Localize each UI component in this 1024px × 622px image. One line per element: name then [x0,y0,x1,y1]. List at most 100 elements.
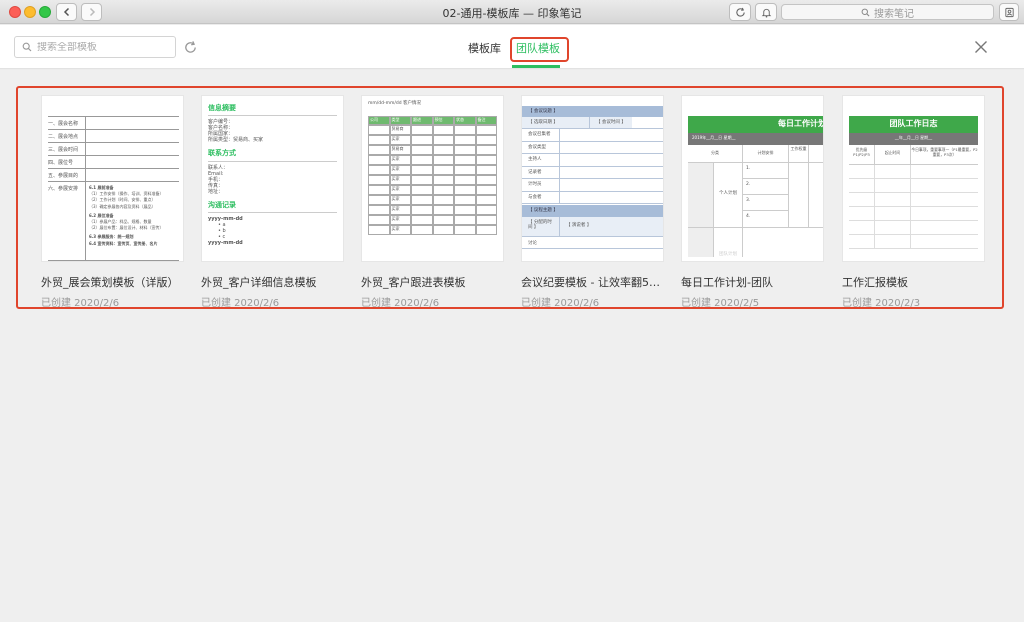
notifications-button[interactable] [755,3,777,21]
thumb-row [849,179,978,193]
template-title: 外贸_展会策划模板（详版） [41,276,179,289]
template-card[interactable]: 信息摘要 客户编号： 客户名称： 所属国家： 所属类型：贸易商、买家 联系方式 … [201,95,344,309]
thumb-row-label: 一、展会名称 [48,116,86,130]
thumb-empty-cell [368,135,390,146]
thumb-section: 【 会议议题 】 [522,106,663,117]
thumb-empty-cell [454,145,476,156]
refresh-icon [184,40,196,53]
thumb-cell: 【 演说者 】 [560,217,663,236]
template-thumbnail: 一、展会名称 二、展会地点 三、展会时间 四、展位号 五、参展目的 六、参展安排… [41,95,184,262]
thumb-empty-cell [432,175,454,186]
thumb-row: 主持人 [522,154,663,167]
thumb-empty-cell [411,175,433,186]
thumb-empty-cell [368,145,390,156]
template-title: 每日工作计划-团队 [681,276,773,289]
thumb-empty-cell [454,165,476,176]
thumb-row-label: 四、展位号 [48,155,86,169]
refresh-button[interactable] [181,38,199,56]
thumb-row [849,235,978,249]
account-icon [1004,7,1014,17]
thumb-cell: 买家 [389,155,411,166]
thumb-empty-cell [368,225,390,236]
thumb-col-header: 公司 [368,116,390,126]
thumb-row-label: 六、参展安排 [48,182,86,260]
thumb-line: 地址： [208,188,224,195]
thumb-line: （2）工作计划（时间、安排、重点） [89,197,156,203]
title-bar: 02-通用-模板库 — 印象笔记 搜索笔记 [0,0,1024,24]
note-search-field[interactable]: 搜索笔记 [781,4,994,20]
thumb-empty-cell [454,225,476,236]
thumb-cell: 买家 [389,205,411,216]
template-card[interactable]: 团队工作日志 __年__月__日 星期__ 优先级 P1/P2/P3 起止时间 … [842,95,985,309]
template-card[interactable]: mm/dd-mm/dd 客户情况 公司 类型 跟进 预估 状态 备注 贸易商 买家… [361,95,504,309]
close-icon[interactable] [973,39,989,55]
thumb-empty-cell [411,145,433,156]
thumb-row-label: 三、展会时间 [48,142,86,156]
thumb-empty-cell [368,125,390,136]
template-title: 会议纪要模板 - 让效率翻5倍... [521,276,664,289]
template-thumbnail: mm/dd-mm/dd 客户情况 公司 类型 跟进 预估 状态 备注 贸易商 买家… [361,95,504,262]
template-date: 已创建 2020/2/6 [361,298,440,309]
template-title: 外贸_客户跟进表模板 [361,276,466,289]
thumb-row-label: 五、参展目的 [48,168,86,182]
sync-icon [735,7,745,17]
thumb-empty-cell [454,125,476,136]
template-date: 已创建 2020/2/6 [41,298,120,309]
thumb-cell: 买家 [389,175,411,186]
thumb-empty-cell [368,165,390,176]
thumb-rows [849,165,978,249]
template-search-input[interactable] [37,41,157,53]
thumb-heading: 沟通记录 [208,200,236,209]
thumb-subbar: 2019年__月__日 星期__ [688,133,823,145]
thumb-cell: 买家 [389,195,411,206]
template-card[interactable]: 每日工作计划 2019年__月__日 星期__ 分类 计划安排 工作权重 个人计… [681,95,824,309]
thumb-col-header: 分类 [688,145,743,162]
template-date: 已创建 2020/2/3 [842,298,921,309]
thumb-empty-cell [432,205,454,216]
sync-button[interactable] [729,3,751,21]
thumb-caption: mm/dd-mm/dd 客户情况 [368,101,422,106]
template-card[interactable]: 一、展会名称 二、展会地点 三、展会时间 四、展位号 五、参展目的 六、参展安排… [41,95,184,309]
thumb-cell: 买家 [389,215,411,226]
thumb-empty-cell [432,185,454,196]
search-icon [861,8,870,16]
thumb-empty-cell [475,135,497,146]
active-tab-indicator [512,65,560,68]
thumb-empty-cell [411,185,433,196]
thumb-empty-cell [475,195,497,206]
thumb-cell: 【 会议时间 】 [590,117,632,128]
thumb-col-header: 今日事项，重要事项一（P1最重要，P2重要，P3次） [911,147,978,157]
thumb-rows: 会议召集者 会议类型 主持人 记录者 计时员 与会者 [522,129,663,204]
thumb-cell: 主持人 [522,154,560,166]
thumb-empty-cell [411,135,433,146]
template-thumbnail: 信息摘要 客户编号： 客户名称： 所属国家： 所属类型：贸易商、买家 联系方式 … [201,95,344,262]
template-gallery: 一、展会名称 二、展会地点 三、展会时间 四、展位号 五、参展目的 六、参展安排… [0,70,1024,622]
thumb-cell: 【 分配的时间 】 [522,217,560,236]
thumb-line: （2）展位布置：展位设计、材料（宣传） [89,225,164,231]
thumb-empty-cell [368,215,390,226]
thumb-empty-cell [475,215,497,226]
tab-template-library[interactable]: 模板库 [468,40,501,56]
thumb-section: 【 议程主题 】 [522,205,663,217]
thumb-empty-cell [454,135,476,146]
thumb-subbar: __年__月__日 星期__ [849,133,978,145]
template-card[interactable]: 【 会议议题 】 【 选取日期 】 【 会议时间 】 会议召集者 会议类型 主持人记… [521,95,664,309]
thumb-row [849,165,978,179]
thumb-line: yyyy-mm-dd [208,240,243,247]
thumb-row [849,193,978,207]
thumb-empty-cell [475,225,497,236]
account-button[interactable] [999,3,1019,21]
thumb-cell: 买家 [389,165,411,176]
thumb-empty-cell [475,175,497,186]
thumb-empty-cell [411,225,433,236]
thumb-row: 计时员 [522,179,663,192]
thumb-empty-cell [432,155,454,166]
thumb-cell: 贸易商 [389,145,411,156]
thumb-banner: 团队工作日志 [849,116,978,133]
thumb-empty-cell [411,215,433,226]
template-search-box[interactable] [14,36,176,58]
thumb-cell: 【 选取日期 】 [522,117,590,128]
thumb-empty-cell [432,125,454,136]
thumb-cell: 计时员 [522,179,560,191]
thumb-line: 所属类型：贸易商、买家 [208,137,264,144]
